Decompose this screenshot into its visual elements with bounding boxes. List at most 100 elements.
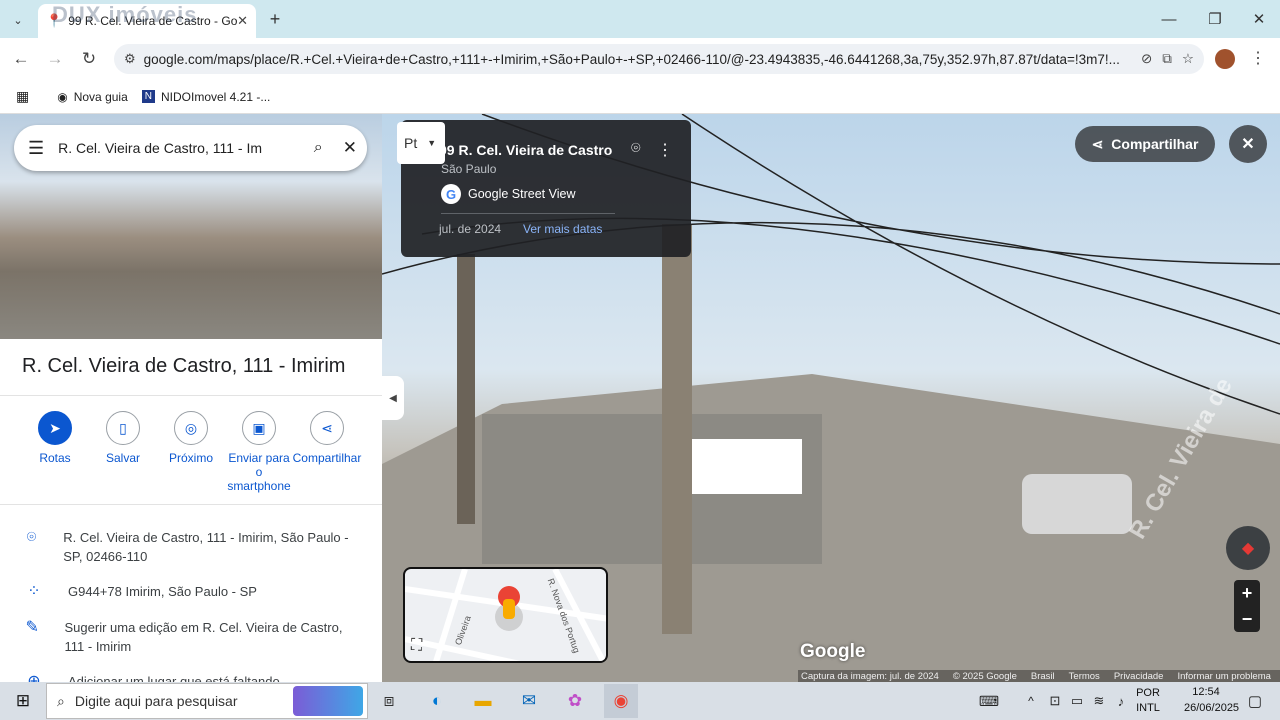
- location-pin-icon: ⌾: [26, 529, 37, 546]
- tab-close-icon[interactable]: ✕: [237, 13, 248, 29]
- country-link[interactable]: Brasil: [1031, 671, 1055, 682]
- bookmark-nidoimovel[interactable]: N NIDOImovel 4.21 -...: [141, 90, 270, 104]
- nido-icon: N: [141, 90, 155, 103]
- minimize-button[interactable]: —: [1146, 0, 1192, 38]
- info-plus-code[interactable]: ⁘ G944+78 Imirim, São Paulo - SP: [22, 582, 362, 601]
- action-label: Rotas: [39, 451, 71, 465]
- tab-search-chevron-icon[interactable]: ⌄: [8, 10, 28, 30]
- utility-pole: [662, 224, 692, 634]
- task-view-icon[interactable]: ⧈: [372, 684, 406, 718]
- install-app-icon[interactable]: ⧉: [1162, 51, 1172, 67]
- close-window-button[interactable]: ✕: [1236, 0, 1280, 38]
- clock-time: 12:54: [1192, 686, 1220, 698]
- keyboard-icon[interactable]: ⌨: [972, 684, 1006, 718]
- outlook-icon[interactable]: ✉: [512, 684, 546, 718]
- action-salvar[interactable]: ▯ Salvar: [88, 411, 158, 465]
- forward-icon[interactable]: →: [38, 42, 72, 76]
- globe-icon: ◉: [57, 89, 68, 104]
- copilot-icon[interactable]: ✿: [558, 684, 592, 718]
- place-panel: ☰ R. Cel. Vieira de Castro, 111 - Im ⌕ ✕…: [0, 114, 382, 682]
- clock-date: 26/06/2025: [1184, 702, 1240, 714]
- bookmarks-bar: ▦ ◉ Nova guia N NIDOImovel 4.21 -...: [0, 80, 1280, 114]
- search-highlight-image[interactable]: [293, 686, 363, 716]
- zoom-in-button[interactable]: +: [1234, 580, 1260, 606]
- input-language[interactable]: POR INTL: [1130, 686, 1166, 716]
- card-title: 99 R. Cel. Vieira de Castro: [439, 142, 613, 158]
- utility-pole: [457, 254, 475, 524]
- phone-icon: ▣: [242, 411, 276, 445]
- add-place-icon: ⊕: [27, 673, 41, 682]
- info-address[interactable]: ⌾ R. Cel. Vieira de Castro, 111 - Imirim…: [22, 528, 362, 566]
- notifications-icon[interactable]: ▢: [1238, 684, 1272, 718]
- sale-sign: [692, 439, 802, 494]
- chrome-icon[interactable]: ◉: [604, 684, 638, 718]
- report-problem-link[interactable]: Informar um problema: [1177, 671, 1270, 682]
- action-label: Compartilhar: [292, 451, 362, 465]
- info-suggest-edit[interactable]: ✎ Sugerir uma edição em R. Cel. Vieira d…: [22, 618, 362, 656]
- pin-icon[interactable]: ⌾: [631, 140, 641, 158]
- bookmark-icon: ▯: [106, 411, 140, 445]
- action-compartilhar[interactable]: ⋖ Compartilhar: [292, 411, 362, 465]
- street-view-source: G Google Street View: [441, 184, 575, 204]
- taskbar-search-placeholder: Digite aqui para pesquisar: [74, 693, 238, 709]
- search-input[interactable]: R. Cel. Vieira de Castro, 111 - Im: [58, 140, 314, 156]
- place-title: R. Cel. Vieira de Castro, 111 - Imirim: [22, 355, 346, 377]
- windows-start-icon[interactable]: ⊞: [6, 684, 40, 718]
- action-enviar[interactable]: ▣ Enviar para o smartphone: [224, 411, 294, 493]
- capture-date: jul. de 2024: [439, 222, 502, 236]
- source-label: Google Street View: [468, 187, 576, 201]
- menu-dots-icon[interactable]: ⋮: [1250, 48, 1266, 68]
- google-logo: Google: [800, 641, 866, 662]
- new-tab-button[interactable]: +: [264, 8, 286, 30]
- share-button[interactable]: ⋖ Compartilhar: [1075, 126, 1215, 162]
- privacy-link[interactable]: Privacidade: [1114, 671, 1164, 682]
- bookmark-nova-guia[interactable]: ◉ Nova guia: [57, 90, 128, 104]
- google-g-icon: G: [441, 184, 461, 204]
- watermark-logo: DUX imóveis: [52, 2, 198, 27]
- card-divider: [441, 213, 615, 214]
- directions-icon: ➤: [38, 411, 72, 445]
- more-options-icon[interactable]: ⋮: [657, 140, 673, 160]
- add-place-text: Adicionar um lugar que está faltando: [68, 674, 280, 682]
- search-icon[interactable]: ⌕: [314, 139, 323, 157]
- bookmark-star-icon[interactable]: ☆: [1182, 51, 1194, 67]
- language-toggle[interactable]: Pt ▼: [397, 122, 445, 164]
- collapse-panel-button[interactable]: ◀: [382, 376, 404, 420]
- share-label: Compartilhar: [1111, 136, 1199, 152]
- mini-map[interactable]: R. Nova dos Portug Oliveira ⛶: [403, 567, 608, 663]
- address-bar[interactable]: ⚙ google.com/maps/place/R.+Cel.+Vieira+d…: [114, 44, 1204, 74]
- plus-code-text: G944+78 Imirim, São Paulo - SP: [68, 584, 257, 599]
- site-info-icon[interactable]: ⚙: [124, 51, 136, 67]
- keyboard-layout: INTL: [1136, 702, 1160, 714]
- terms-link[interactable]: Termos: [1069, 671, 1100, 682]
- suggest-edit-text: Sugerir uma edição em R. Cel. Vieira de …: [64, 620, 343, 654]
- share-icon: ⋖: [310, 411, 344, 445]
- more-dates-link[interactable]: Ver mais datas: [523, 222, 602, 236]
- chevron-down-icon: ▼: [427, 138, 437, 148]
- taskbar-search[interactable]: ⌕ Digite aqui para pesquisar: [46, 683, 368, 719]
- hamburger-menu-icon[interactable]: ☰: [28, 138, 44, 159]
- clear-search-icon[interactable]: ✕: [343, 138, 357, 158]
- apps-grid-icon[interactable]: ▦: [16, 88, 29, 105]
- action-label: Próximo: [168, 451, 213, 465]
- compass-icon[interactable]: ◆: [1226, 526, 1270, 570]
- search-box[interactable]: ☰ R. Cel. Vieira de Castro, 111 - Im ⌕ ✕: [14, 125, 367, 171]
- close-street-view-button[interactable]: ✕: [1229, 125, 1267, 163]
- reload-icon[interactable]: ↻: [72, 42, 106, 76]
- address-text: R. Cel. Vieira de Castro, 111 - Imirim, …: [63, 530, 349, 564]
- language-label: Pt: [404, 135, 418, 151]
- capture-date-footer: Captura da imagem: jul. de 2024: [801, 671, 939, 682]
- profile-avatar[interactable]: [1215, 49, 1235, 69]
- edge-icon[interactable]: ◐: [420, 684, 454, 718]
- clock[interactable]: 12:54 26/06/2025: [1184, 684, 1240, 716]
- back-icon[interactable]: ←: [4, 42, 38, 76]
- action-rotas[interactable]: ➤ Rotas: [20, 411, 90, 465]
- zoom-out-button[interactable]: −: [1234, 606, 1260, 632]
- info-add-place[interactable]: ⊕ Adicionar um lugar que está faltando: [22, 672, 362, 682]
- expand-map-icon[interactable]: ⛶: [411, 637, 422, 655]
- divider: [0, 395, 382, 396]
- action-proximo[interactable]: ◎ Próximo: [156, 411, 226, 465]
- file-explorer-icon[interactable]: ▬: [466, 684, 500, 718]
- location-blocked-icon[interactable]: ⊘: [1141, 51, 1152, 67]
- maximize-button[interactable]: ❐: [1192, 0, 1238, 38]
